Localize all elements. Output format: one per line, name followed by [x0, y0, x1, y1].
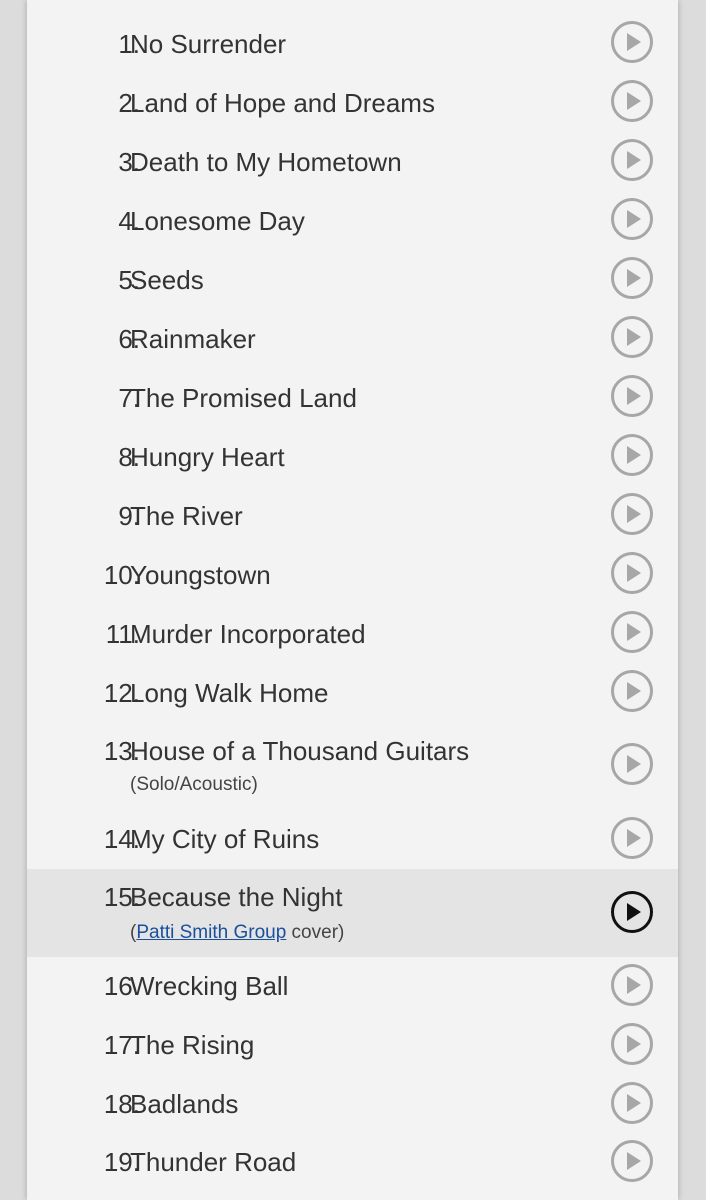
song-title: Rainmaker: [130, 324, 256, 354]
song-row-1: 1. No Surrender: [27, 14, 678, 73]
play-icon[interactable]: [611, 1140, 653, 1182]
song-title: Lonesome Day: [130, 206, 305, 236]
play-icon[interactable]: [611, 257, 653, 299]
play-icon[interactable]: [611, 817, 653, 859]
song-title: Long Walk Home: [130, 678, 329, 708]
play-icon[interactable]: [611, 21, 653, 63]
song-row-5: 5. Seeds: [27, 250, 678, 309]
song-row-15: 15. Because the Night (Patti Smith Group…: [27, 869, 678, 957]
song-row-7: 7. The Promised Land: [27, 368, 678, 427]
artist-link[interactable]: Patti Smith Group: [136, 922, 286, 943]
song-row-14: 14. My City of Ruins: [27, 810, 678, 869]
play-icon[interactable]: [611, 316, 653, 358]
song-row-3: 3. Death to My Hometown: [27, 132, 678, 191]
song-title: Badlands: [130, 1089, 239, 1119]
song-title: The River: [130, 501, 243, 531]
play-icon[interactable]: [611, 891, 653, 933]
song-row-9: 9. The River: [27, 486, 678, 545]
play-icon[interactable]: [611, 434, 653, 476]
song-row-17: 17. The Rising: [27, 1016, 678, 1075]
song-row-6: 6. Rainmaker: [27, 309, 678, 368]
song-title: Wrecking Ball: [130, 971, 289, 1001]
song-row-4: 4. Lonesome Day: [27, 191, 678, 250]
play-icon[interactable]: [611, 80, 653, 122]
song-row-18: 18. Badlands: [27, 1075, 678, 1134]
song-title: The Promised Land: [130, 383, 357, 413]
song-title: My City of Ruins: [130, 824, 320, 854]
note-suffix: cover): [286, 922, 345, 943]
play-icon[interactable]: [611, 1023, 653, 1065]
song-title: House of a Thousand Guitars: [130, 736, 470, 766]
song-title: Land of Hope and Dreams: [130, 88, 435, 118]
song-title: Thunder Road: [130, 1147, 297, 1177]
song-title: Death to My Hometown: [130, 147, 402, 177]
song-row-13: 13. House of a Thousand Guitars (Solo/Ac…: [27, 722, 678, 810]
play-icon[interactable]: [611, 493, 653, 535]
song-note: (Solo/Acoustic): [130, 774, 258, 795]
play-icon[interactable]: [611, 198, 653, 240]
song-row-11: 11. Murder Incorporated: [27, 604, 678, 663]
song-row-12: 12. Long Walk Home: [27, 663, 678, 722]
song-title: The Rising: [130, 1030, 255, 1060]
song-note: (Patti Smith Group cover): [130, 922, 344, 944]
song-row-8: 8. Hungry Heart: [27, 427, 678, 486]
setlist-panel: 1. No Surrender 2. Land of Hope and Drea…: [27, 0, 678, 1200]
song-title: Because the Night: [130, 882, 343, 912]
play-icon[interactable]: [611, 375, 653, 417]
song-title: Hungry Heart: [130, 442, 285, 472]
song-title: Murder Incorporated: [130, 619, 366, 649]
play-icon[interactable]: [611, 743, 653, 785]
song-row-19: 19. Thunder Road: [27, 1134, 678, 1193]
song-title: Youngstown: [130, 560, 271, 590]
play-icon[interactable]: [611, 964, 653, 1006]
play-icon[interactable]: [611, 611, 653, 653]
song-row-16: 16. Wrecking Ball: [27, 957, 678, 1016]
play-icon[interactable]: [611, 139, 653, 181]
play-icon[interactable]: [611, 670, 653, 712]
song-row-10: 10. Youngstown: [27, 545, 678, 604]
song-title: No Surrender: [130, 29, 287, 59]
play-icon[interactable]: [611, 552, 653, 594]
song-title: Seeds: [130, 265, 204, 295]
play-icon[interactable]: [611, 1082, 653, 1124]
song-row-2: 2. Land of Hope and Dreams: [27, 73, 678, 132]
